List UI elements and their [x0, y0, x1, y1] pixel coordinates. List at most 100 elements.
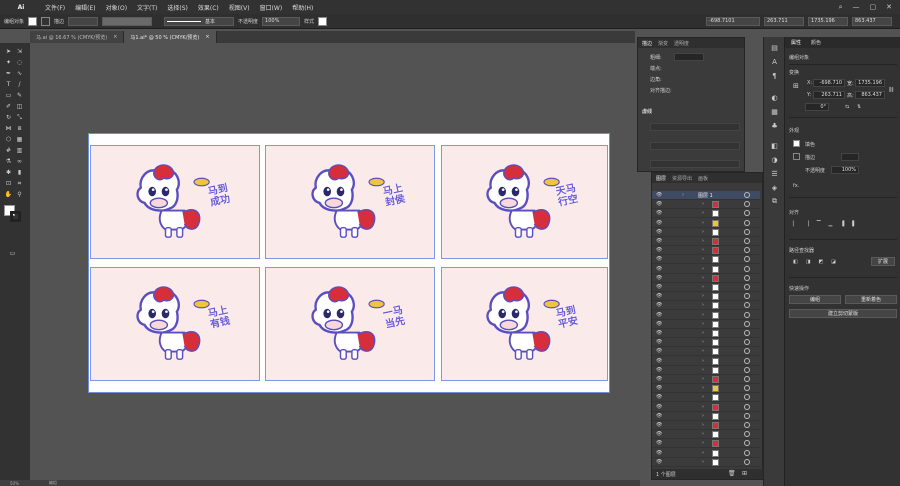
menu-item[interactable]: 文字(T)	[132, 3, 162, 12]
layers-icon[interactable]: ◈	[770, 183, 779, 192]
direct-selection-tool-icon[interactable]: ⇲	[15, 47, 24, 56]
layer-row[interactable]: 👁 ›	[652, 274, 760, 283]
target-icon[interactable]	[744, 302, 750, 309]
visibility-icon[interactable]: 👁	[656, 192, 662, 198]
target-icon[interactable]	[744, 394, 750, 401]
chevron-icon[interactable]: ›	[702, 201, 704, 207]
close-icon[interactable]: ×	[205, 34, 209, 40]
weight-input[interactable]	[674, 53, 704, 61]
chevron-icon[interactable]: ›	[702, 284, 704, 290]
chevron-icon[interactable]: ›	[702, 302, 704, 308]
target-icon[interactable]	[744, 458, 750, 465]
chevron-icon[interactable]: ›	[702, 220, 704, 226]
menu-item[interactable]: 文件(F)	[40, 3, 70, 12]
target-icon[interactable]	[744, 403, 750, 410]
chevron-icon[interactable]: ›	[702, 440, 704, 446]
chevron-icon[interactable]: ›	[682, 192, 684, 198]
layer-row[interactable]: 👁 ›	[652, 200, 760, 210]
layer-row[interactable]: 👁 ›	[652, 384, 760, 394]
close-icon[interactable]: ×	[113, 34, 117, 40]
clipping-mask-button[interactable]: 建立剪切蒙版	[789, 309, 897, 318]
stroke-weight-input[interactable]	[841, 153, 859, 161]
target-icon[interactable]	[744, 265, 750, 272]
tab-layers[interactable]: 图层	[656, 175, 666, 182]
color-icon[interactable]: ◐	[770, 93, 779, 102]
layer-row[interactable]: 👁 ›	[652, 301, 760, 311]
layer-row[interactable]: 👁 ›	[652, 430, 760, 440]
illustration-panel[interactable]: 一马当先	[265, 267, 435, 381]
menu-item[interactable]: 窗口(W)	[255, 3, 288, 12]
target-icon[interactable]	[744, 330, 750, 336]
visibility-icon[interactable]: 👁	[656, 431, 662, 437]
visibility-icon[interactable]: 👁	[656, 376, 662, 382]
flip-vertical-icon[interactable]: ⇅	[857, 104, 861, 110]
visibility-icon[interactable]: 👁	[656, 348, 662, 354]
minimize-icon[interactable]: —	[853, 3, 860, 11]
artboard[interactable]: 马到成功 马上封侯 天马行空 马上有钱 一马当先 马到平安	[88, 133, 610, 393]
chevron-icon[interactable]: ›	[702, 404, 704, 410]
opacity-input[interactable]: 100%	[831, 166, 859, 174]
eraser-icon[interactable]: ◫	[15, 102, 24, 111]
maximize-icon[interactable]: ▢	[870, 3, 877, 11]
visibility-icon[interactable]: 👁	[656, 459, 662, 465]
tab-gradient[interactable]: 渐变	[658, 40, 668, 47]
visibility-icon[interactable]: 👁	[656, 413, 662, 419]
visibility-icon[interactable]: 👁	[656, 330, 662, 336]
target-icon[interactable]	[744, 238, 750, 244]
screen-mode-icon[interactable]: ▭	[8, 249, 17, 258]
search-icon[interactable]: ⌕	[839, 3, 843, 12]
flip-horizontal-icon[interactable]: ⇆	[845, 104, 849, 110]
layer-row[interactable]: 👁 ›	[652, 209, 760, 219]
illustration-panel[interactable]: 马到成功	[90, 145, 260, 259]
layer-row[interactable]: 👁 ›	[652, 237, 760, 246]
chevron-icon[interactable]: ›	[702, 394, 704, 400]
layer-row[interactable]: 👁 ›	[652, 329, 760, 338]
h-input[interactable]: 863.437	[855, 91, 885, 99]
visibility-icon[interactable]: 👁	[656, 201, 662, 207]
chevron-icon[interactable]: ›	[702, 367, 704, 373]
target-icon[interactable]	[744, 412, 750, 419]
chevron-icon[interactable]: ›	[702, 238, 704, 244]
target-icon[interactable]	[744, 357, 750, 364]
visibility-icon[interactable]: 👁	[656, 220, 662, 226]
visibility-icon[interactable]: 👁	[656, 247, 662, 253]
w-input[interactable]: 1735.196	[855, 79, 885, 87]
visibility-icon[interactable]: 👁	[656, 210, 662, 216]
visibility-icon[interactable]: 👁	[656, 422, 662, 428]
layer-row[interactable]: 👁 ›	[652, 228, 760, 237]
tab-artboards[interactable]: 画板	[698, 175, 708, 182]
chevron-icon[interactable]: ›	[702, 266, 704, 272]
chevron-icon[interactable]: ›	[702, 413, 704, 419]
fill-stroke-swatches[interactable]	[4, 205, 24, 223]
links-icon[interactable]: ⧉	[770, 197, 779, 206]
perspective-grid-icon[interactable]: ▦	[15, 135, 24, 144]
visibility-icon[interactable]: 👁	[656, 339, 662, 345]
target-icon[interactable]	[744, 376, 750, 382]
layer-row[interactable]: 👁 ›	[652, 347, 760, 357]
target-icon[interactable]	[744, 210, 750, 217]
visibility-icon[interactable]: 👁	[656, 358, 662, 364]
mesh-tool-icon[interactable]: #	[4, 146, 13, 155]
chevron-icon[interactable]: ›	[702, 312, 704, 318]
layer-row[interactable]: 👁 ›	[652, 393, 760, 403]
layer-row[interactable]: 👁 › 图层 1	[652, 191, 760, 200]
target-icon[interactable]	[744, 366, 750, 373]
target-icon[interactable]	[744, 320, 750, 327]
target-icon[interactable]	[744, 422, 750, 428]
visibility-icon[interactable]: 👁	[656, 238, 662, 244]
chevron-icon[interactable]: ›	[702, 339, 704, 345]
layer-row[interactable]: 👁 ›	[652, 311, 760, 320]
target-icon[interactable]	[744, 228, 750, 235]
visibility-icon[interactable]: 👁	[656, 321, 662, 327]
illustration-panel[interactable]: 马到平安	[441, 267, 608, 381]
menu-item[interactable]: 对象(O)	[101, 3, 132, 12]
curvature-tool-icon[interactable]: ∿	[15, 69, 24, 78]
fill-swatch[interactable]	[28, 16, 38, 26]
chevron-icon[interactable]: ›	[702, 293, 704, 299]
dash-fields[interactable]	[650, 123, 740, 131]
scale-tool-icon[interactable]: ⤡	[15, 113, 24, 122]
paragraph-icon[interactable]: ¶	[770, 71, 779, 80]
tab-ma-ai[interactable]: 马.ai @ 16.67 % (CMYK/预览) ×	[30, 31, 125, 43]
illustration-panel[interactable]: 天马行空	[441, 145, 608, 259]
symbols-icon[interactable]: ♣	[770, 121, 779, 130]
